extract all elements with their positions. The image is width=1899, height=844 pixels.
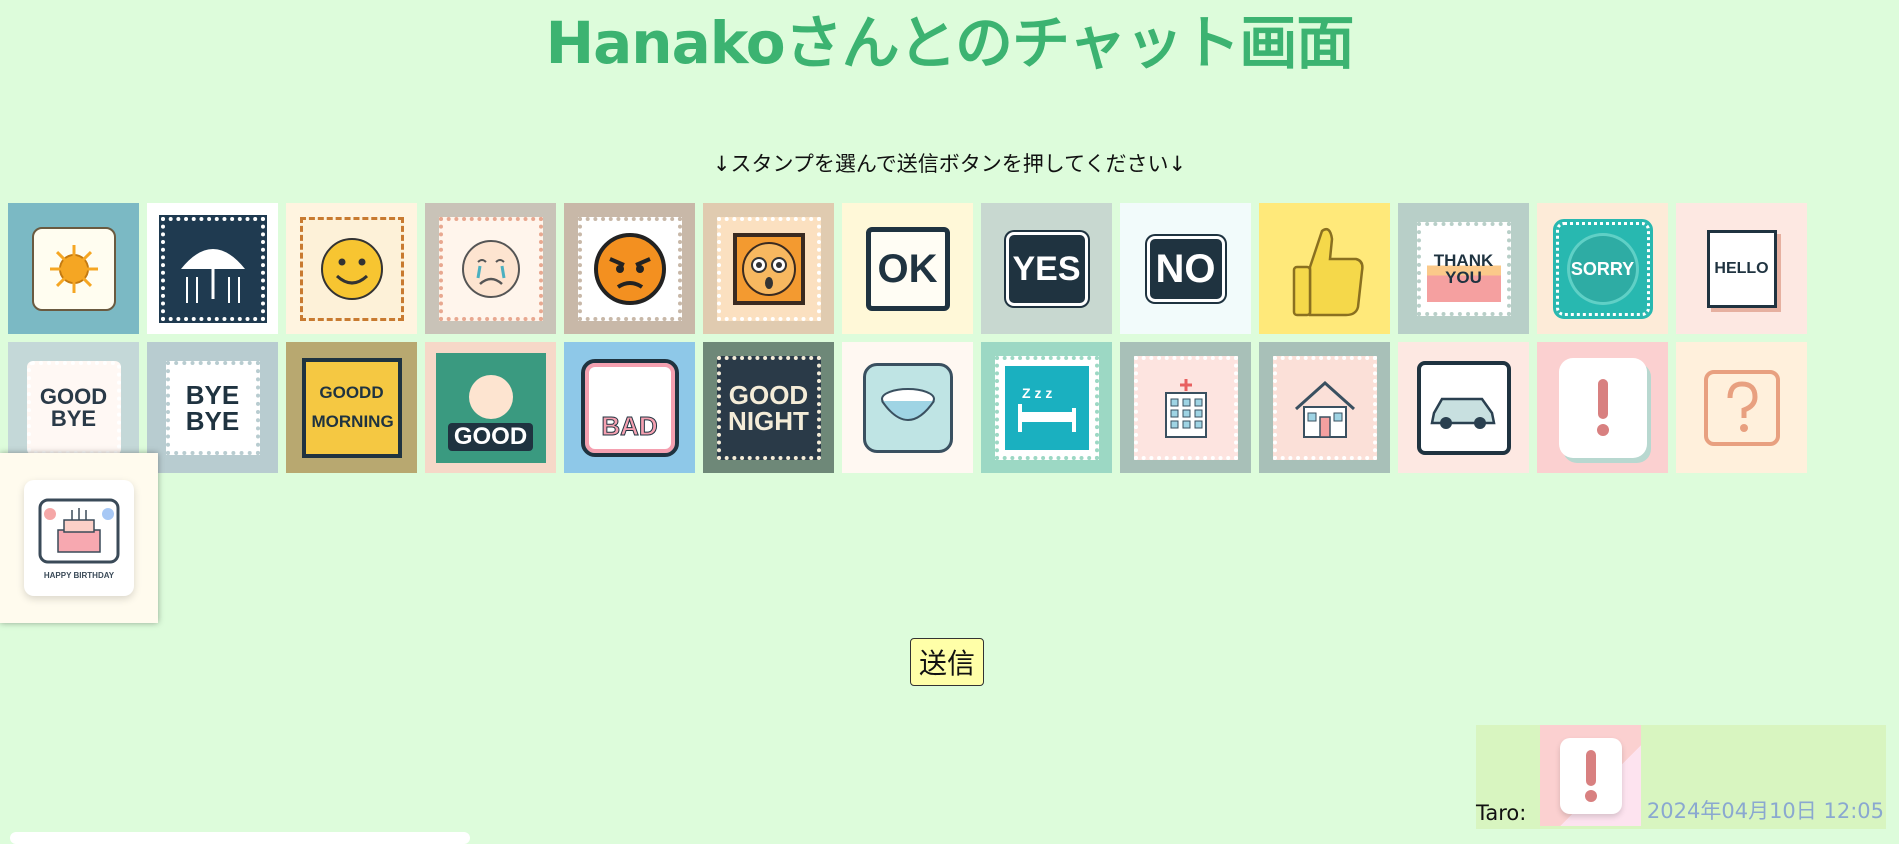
page-title: Hanakoさんとのチャット画面 — [545, 9, 1355, 77]
good-morning-icon: GOODD MORNING — [301, 357, 402, 458]
stamp-thumbs-up[interactable] — [1259, 203, 1390, 334]
stamp-car[interactable] — [1398, 342, 1529, 473]
hospital-icon — [1133, 355, 1238, 460]
stamp-ok[interactable]: OK — [842, 203, 973, 334]
birthday-cake-icon: HAPPY BIRTHDAY — [24, 480, 134, 596]
sent-message: Taro: 2024年04月10日 12:05 — [1476, 725, 1886, 829]
stamp-label: OK — [877, 246, 938, 291]
exclamation-icon — [1558, 357, 1647, 458]
thumbs-up-icon — [1280, 217, 1370, 321]
surprised-icon — [716, 216, 821, 321]
stamp-question[interactable] — [1676, 342, 1807, 473]
stamp-hospital[interactable] — [1120, 342, 1251, 473]
stamp-label: GOOD NIGHT — [728, 379, 809, 436]
sun-icon — [31, 226, 116, 311]
angry-icon — [577, 216, 682, 321]
stamp-label: SORRY — [1570, 258, 1635, 279]
stamp-label: BYE BYE — [185, 379, 240, 436]
stamp-smile[interactable] — [286, 203, 417, 334]
stamp-birthday-selected[interactable]: HAPPY BIRTHDAY — [0, 453, 158, 623]
stamp-sleep[interactable]: Z z z — [981, 342, 1112, 473]
stamp-cry[interactable] — [425, 203, 556, 334]
message-sender: Taro: — [1476, 801, 1527, 825]
bed-icon: Z z z — [994, 355, 1099, 460]
stamp-label: GOOD — [447, 422, 534, 451]
stamp-hello[interactable]: HELLO — [1676, 203, 1807, 334]
stamp-label: YES — [1012, 249, 1081, 288]
stamp-exclaim[interactable] — [1537, 342, 1668, 473]
stamp-no[interactable]: NO — [1120, 203, 1251, 334]
stamp-good[interactable]: GOOD — [425, 342, 556, 473]
hello-icon: HELLO — [1706, 229, 1777, 308]
ok-icon: OK — [865, 226, 950, 311]
svg-text:Z z z: Z z z — [1022, 385, 1052, 401]
stamp-surprised[interactable] — [703, 203, 834, 334]
stamp-good-night[interactable]: GOOD NIGHT — [703, 342, 834, 473]
bye-bye-icon: BYE BYE — [165, 360, 260, 455]
message-stamp-exclamation-icon — [1540, 725, 1641, 826]
house-icon — [1272, 355, 1377, 460]
stamp-sorry[interactable]: SORRY — [1537, 203, 1668, 334]
stamp-bad[interactable]: BAD — [564, 342, 695, 473]
stamp-house[interactable] — [1259, 342, 1390, 473]
stamp-label: THANK YOU — [1433, 250, 1494, 287]
good-bye-icon: GOOD BYE — [26, 360, 121, 455]
cry-icon — [438, 216, 543, 321]
good-icon: GOOD — [435, 352, 546, 463]
sorry-icon: SORRY — [1552, 218, 1653, 319]
stamp-thank-you[interactable]: THANK YOU — [1398, 203, 1529, 334]
instruction-text: ↓スタンプを選んで送信ボタンを押してください↓ — [712, 152, 1187, 176]
stamp-grid: OK YES NO THANK YOU SORRY HELLO GOOD BYE BYE BY… — [8, 203, 1808, 473]
stamp-label: BAD — [601, 410, 658, 441]
bad-icon: BAD — [580, 358, 679, 457]
stamp-label: NO — [1155, 246, 1216, 291]
birthday-label: HAPPY BIRTHDAY — [43, 571, 115, 580]
stamp-rice[interactable] — [842, 342, 973, 473]
stamp-bye-bye[interactable]: BYE BYE — [147, 342, 278, 473]
good-night-icon: GOOD NIGHT — [716, 355, 821, 460]
stamp-rain[interactable] — [147, 203, 278, 334]
stamp-good-morning[interactable]: GOODD MORNING — [286, 342, 417, 473]
stamp-label: GOOD BYE — [39, 383, 108, 431]
stamp-label: GOODD MORNING — [311, 382, 394, 431]
stamp-label: HELLO — [1714, 259, 1769, 277]
message-timestamp: 2024年04月10日 12:05 — [1646, 799, 1884, 823]
car-icon — [1416, 360, 1511, 455]
stamp-sun[interactable] — [8, 203, 139, 334]
message-input-area[interactable] — [10, 832, 470, 844]
stamp-yes[interactable]: YES — [981, 203, 1112, 334]
thank-you-icon: THANK YOU — [1416, 221, 1511, 316]
no-icon: NO — [1146, 235, 1225, 302]
stamp-angry[interactable] — [564, 203, 695, 334]
rice-bowl-icon — [862, 362, 953, 453]
send-button[interactable]: 送信 — [910, 638, 984, 686]
question-icon — [1703, 369, 1780, 446]
umbrella-icon — [158, 214, 267, 323]
yes-icon: YES — [1005, 231, 1088, 306]
smile-icon — [299, 216, 404, 321]
